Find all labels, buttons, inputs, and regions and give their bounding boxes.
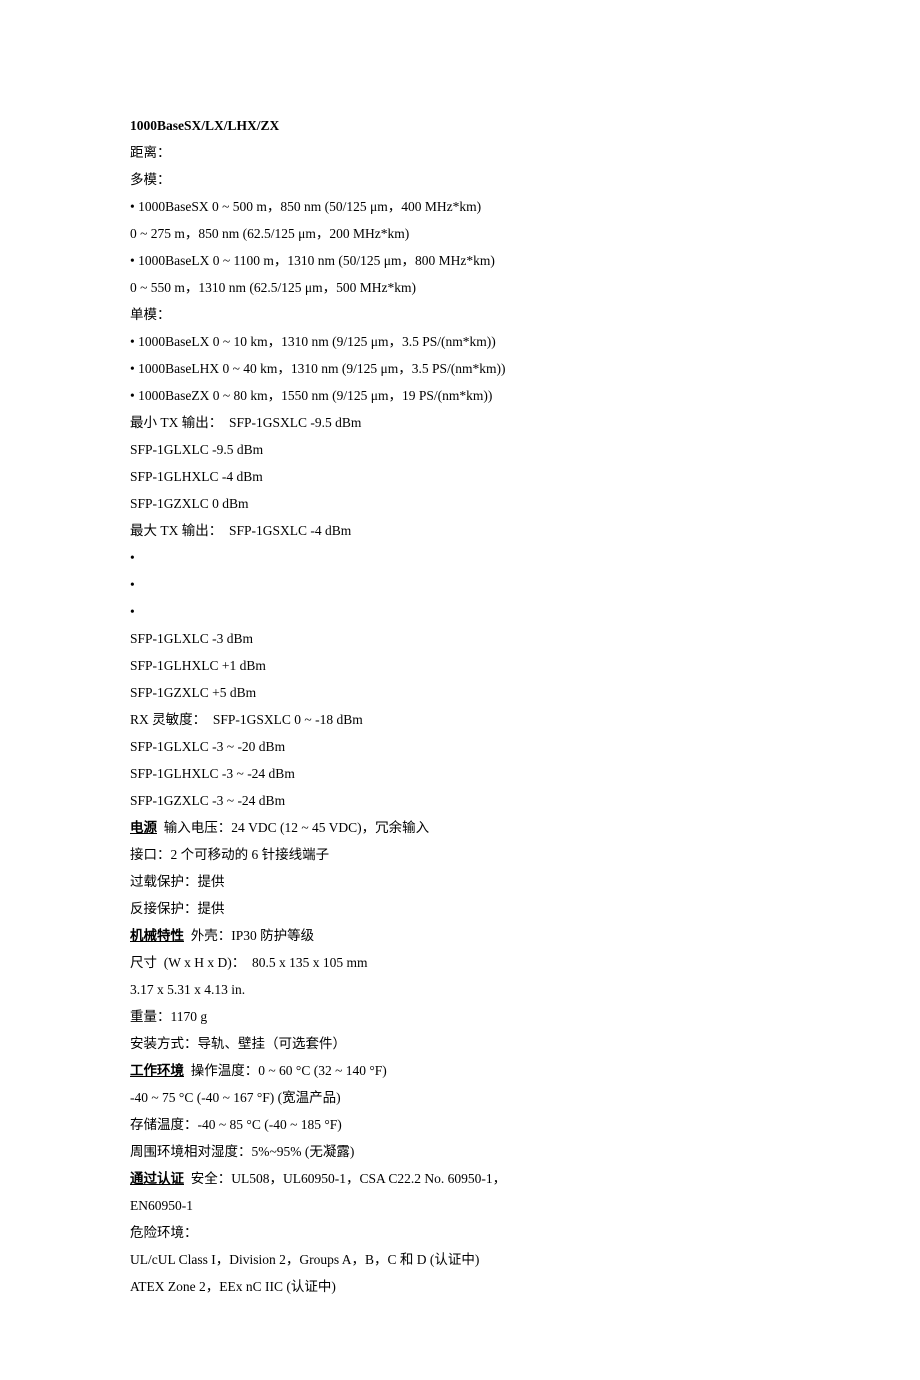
text-line: 重量：1170 g [130,1003,790,1030]
text-line: -40 ~ 75 °C (-40 ~ 167 °F) (宽温产品) [130,1084,790,1111]
body-text: • 1000BaseSX 0 ~ 500 m，850 nm (50/125 μm… [130,199,481,214]
heading-text: 1000BaseSX/LX/LHX/ZX [130,118,279,133]
text-line: EN60950-1 [130,1192,790,1219]
text-line: SFP-1GLXLC -3 dBm [130,625,790,652]
body-text: 安装方式：导轨、壁挂（可选套件） [130,1036,346,1051]
text-line: 工作环境 操作温度：0 ~ 60 °C (32 ~ 140 °F) [130,1057,790,1084]
body-text: • [130,577,135,592]
text-line: 尺寸 (W x H x D)： 80.5 x 135 x 105 mm [130,949,790,976]
text-line: SFP-1GLHXLC -4 dBm [130,463,790,490]
body-text: SFP-1GZXLC -3 ~ -24 dBm [130,793,285,808]
body-text: SFP-1GLHXLC -4 dBm [130,469,263,484]
text-line: SFP-1GLXLC -9.5 dBm [130,436,790,463]
text-line: 3.17 x 5.31 x 4.13 in. [130,976,790,1003]
text-line: • 1000BaseZX 0 ~ 80 km，1550 nm (9/125 μm… [130,382,790,409]
text-line: SFP-1GZXLC +5 dBm [130,679,790,706]
body-text: 0 ~ 550 m，1310 nm (62.5/125 μm，500 MHz*k… [130,280,416,295]
body-text: UL/cUL Class I，Division 2，Groups A，B，C 和… [130,1252,479,1267]
body-text: 3.17 x 5.31 x 4.13 in. [130,982,245,997]
section-content: 外壳：IP30 防护等级 [184,928,314,943]
body-text: ATEX Zone 2，EEx nC IIC (认证中) [130,1279,336,1294]
text-line: 反接保护：提供 [130,895,790,922]
body-text: SFP-1GLXLC -3 ~ -20 dBm [130,739,285,754]
text-line: 接口：2 个可移动的 6 针接线端子 [130,841,790,868]
text-line: 0 ~ 275 m，850 nm (62.5/125 μm，200 MHz*km… [130,220,790,247]
body-text: 接口：2 个可移动的 6 针接线端子 [130,847,329,862]
text-line: • [130,544,790,571]
body-text: • [130,550,135,565]
body-text: SFP-1GLXLC -3 dBm [130,631,253,646]
body-text: 距离： [130,145,171,160]
body-text: 存储温度：-40 ~ 85 °C (-40 ~ 185 °F) [130,1117,342,1132]
body-text: RX 灵敏度： SFP-1GSXLC 0 ~ -18 dBm [130,712,363,727]
body-text: • 1000BaseLX 0 ~ 10 km，1310 nm (9/125 μm… [130,334,496,349]
text-line: 多模： [130,166,790,193]
section-label: 通过认证 [130,1171,184,1186]
section-label: 电源 [130,820,157,835]
body-text: EN60950-1 [130,1198,193,1213]
text-line: 存储温度：-40 ~ 85 °C (-40 ~ 185 °F) [130,1111,790,1138]
body-text: SFP-1GLHXLC -3 ~ -24 dBm [130,766,295,781]
body-text: SFP-1GLHXLC +1 dBm [130,658,266,673]
body-text: 过载保护：提供 [130,874,225,889]
body-text: 单模： [130,307,171,322]
body-text: 反接保护：提供 [130,901,225,916]
text-line: UL/cUL Class I，Division 2，Groups A，B，C 和… [130,1246,790,1273]
section-label: 机械特性 [130,928,184,943]
body-text: 0 ~ 275 m，850 nm (62.5/125 μm，200 MHz*km… [130,226,409,241]
text-line: ATEX Zone 2，EEx nC IIC (认证中) [130,1273,790,1300]
body-text: • [130,604,135,619]
text-line: • 1000BaseLX 0 ~ 1100 m，1310 nm (50/125 … [130,247,790,274]
text-line: • 1000BaseLX 0 ~ 10 km，1310 nm (9/125 μm… [130,328,790,355]
body-text: 周围环境相对湿度：5%~95% (无凝露) [130,1144,354,1159]
text-line: 安装方式：导轨、壁挂（可选套件） [130,1030,790,1057]
body-text: -40 ~ 75 °C (-40 ~ 167 °F) (宽温产品) [130,1090,341,1105]
text-line: SFP-1GZXLC 0 dBm [130,490,790,517]
text-line: 周围环境相对湿度：5%~95% (无凝露) [130,1138,790,1165]
body-text: 重量：1170 g [130,1009,207,1024]
text-line: 过载保护：提供 [130,868,790,895]
text-line: • 1000BaseLHX 0 ~ 40 km，1310 nm (9/125 μ… [130,355,790,382]
section-content: 操作温度：0 ~ 60 °C (32 ~ 140 °F) [184,1063,387,1078]
text-line: SFP-1GLHXLC +1 dBm [130,652,790,679]
text-line: 电源 输入电压：24 VDC (12 ~ 45 VDC)，冗余输入 [130,814,790,841]
text-line: 危险环境： [130,1219,790,1246]
text-line: 最大 TX 输出： SFP-1GSXLC -4 dBm [130,517,790,544]
section-content: 安全：UL508，UL60950-1，CSA C22.2 No. 60950-1… [184,1171,506,1186]
text-line: 1000BaseSX/LX/LHX/ZX [130,112,790,139]
body-text: SFP-1GZXLC 0 dBm [130,496,249,511]
text-line: 最小 TX 输出： SFP-1GSXLC -9.5 dBm [130,409,790,436]
document-page: 1000BaseSX/LX/LHX/ZX 距离： 多模： • 1000BaseSX 0… [0,0,920,1380]
text-line: SFP-1GLHXLC -3 ~ -24 dBm [130,760,790,787]
body-text: • 1000BaseLX 0 ~ 1100 m，1310 nm (50/125 … [130,253,495,268]
body-text: 多模： [130,172,171,187]
text-line: 机械特性 外壳：IP30 防护等级 [130,922,790,949]
body-text: SFP-1GLXLC -9.5 dBm [130,442,263,457]
section-label: 工作环境 [130,1063,184,1078]
body-text: • 1000BaseLHX 0 ~ 40 km，1310 nm (9/125 μ… [130,361,506,376]
text-line: RX 灵敏度： SFP-1GSXLC 0 ~ -18 dBm [130,706,790,733]
text-line: 单模： [130,301,790,328]
body-text: SFP-1GZXLC +5 dBm [130,685,256,700]
text-line: • [130,571,790,598]
body-text: 最小 TX 输出： SFP-1GSXLC -9.5 dBm [130,415,361,430]
text-line: • [130,598,790,625]
text-line: SFP-1GZXLC -3 ~ -24 dBm [130,787,790,814]
section-content: 输入电压：24 VDC (12 ~ 45 VDC)，冗余输入 [157,820,429,835]
text-line: 距离： [130,139,790,166]
text-line: 通过认证 安全：UL508，UL60950-1，CSA C22.2 No. 60… [130,1165,790,1192]
body-text: 最大 TX 输出： SFP-1GSXLC -4 dBm [130,523,351,538]
body-text: 尺寸 (W x H x D)： 80.5 x 135 x 105 mm [130,955,368,970]
text-line: 0 ~ 550 m，1310 nm (62.5/125 μm，500 MHz*k… [130,274,790,301]
text-line: SFP-1GLXLC -3 ~ -20 dBm [130,733,790,760]
body-text: 危险环境： [130,1225,198,1240]
text-line: • 1000BaseSX 0 ~ 500 m，850 nm (50/125 μm… [130,193,790,220]
body-text: • 1000BaseZX 0 ~ 80 km，1550 nm (9/125 μm… [130,388,492,403]
